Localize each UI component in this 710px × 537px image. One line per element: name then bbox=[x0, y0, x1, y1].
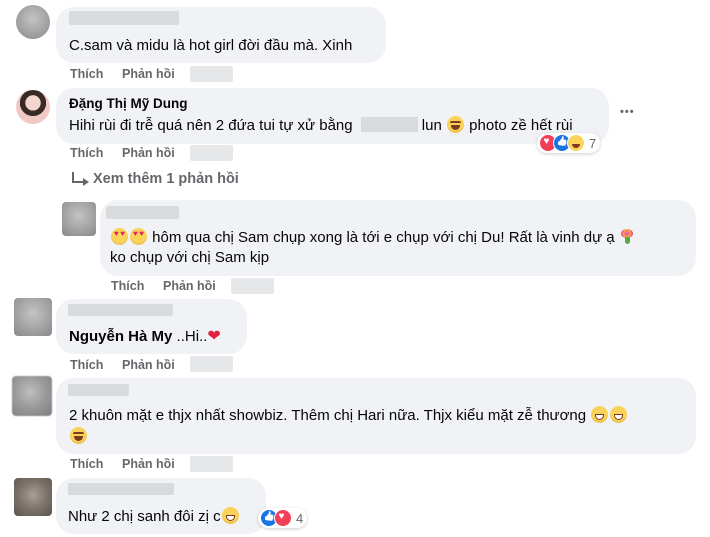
redacted-timestamp bbox=[231, 278, 274, 294]
love-reaction-icon bbox=[274, 509, 292, 527]
redacted-timestamp bbox=[190, 456, 233, 472]
comment-bubble: Đặng Thị Mỹ Dung Hihi rùi đi trễ quá nên… bbox=[56, 88, 609, 144]
comment-bubble: Nguyễn Hà My ..Hi..❤ bbox=[56, 299, 247, 354]
avatar[interactable] bbox=[16, 5, 50, 39]
laughing-emoji-icon bbox=[447, 116, 464, 133]
view-more-replies[interactable]: Xem thêm 1 phản hồi bbox=[93, 171, 239, 187]
reaction-count: 7 bbox=[589, 135, 597, 151]
red-heart-emoji-icon: ❤ bbox=[207, 328, 221, 345]
comment-text-mid: lun bbox=[421, 117, 442, 134]
redacted-timestamp bbox=[190, 356, 233, 372]
comment-bubble: C.sam và midu là hot girl đời đầu mà. Xi… bbox=[56, 7, 386, 63]
like-button[interactable]: Thích bbox=[70, 457, 103, 471]
reply-button[interactable]: Phản hồi bbox=[122, 146, 175, 160]
redacted-commenter-name bbox=[106, 206, 179, 219]
comment-text-line2: ko chụp với chị Sam kịp bbox=[110, 249, 270, 266]
comment-bubble: hôm qua chị Sam chụp xong là tới e chụp … bbox=[100, 200, 696, 276]
haha-reaction-icon bbox=[567, 134, 585, 152]
comment-text: Hihi rùi đi trễ quá nên 2 đứa tui tự xử … bbox=[69, 116, 573, 134]
comment-text-end: photo zề hết rùi bbox=[469, 117, 573, 134]
grinning-sweat-emoji-icon bbox=[591, 406, 609, 423]
avatar[interactable] bbox=[16, 90, 50, 124]
comment-text-line1: hôm qua chị Sam chụp xong là tới e chụp … bbox=[110, 228, 636, 246]
laughing-emoji-icon bbox=[70, 427, 87, 444]
comment-line1-text: 2 khuôn mặt e thjx nhất showbiz. Thêm ch… bbox=[69, 407, 587, 424]
like-button[interactable]: Thích bbox=[70, 67, 103, 81]
comment-bubble: 2 khuôn mặt e thjx nhất showbiz. Thêm ch… bbox=[56, 378, 696, 454]
comment-text-start: Hihi rùi đi trễ quá nên 2 đứa tui tự xử … bbox=[69, 117, 353, 134]
reaction-count: 4 bbox=[296, 510, 304, 526]
like-button[interactable]: Thích bbox=[70, 358, 103, 372]
reply-button[interactable]: Phản hồi bbox=[163, 279, 216, 293]
commenter-name[interactable]: Đặng Thị Mỹ Dung bbox=[69, 96, 188, 111]
comment-bubble: Như 2 chị sanh đôi zị c bbox=[56, 478, 266, 534]
avatar[interactable] bbox=[62, 202, 96, 236]
like-button[interactable]: Thích bbox=[70, 146, 103, 160]
comment-text: Như 2 chị sanh đôi zị c bbox=[68, 507, 240, 525]
tagged-name[interactable]: Nguyễn Hà My bbox=[69, 328, 172, 345]
bouquet-emoji-icon bbox=[619, 228, 636, 245]
redacted-commenter-name bbox=[68, 384, 129, 396]
avatar[interactable] bbox=[12, 376, 52, 416]
like-button[interactable]: Thích bbox=[111, 279, 144, 293]
comment-text-line2 bbox=[69, 427, 88, 445]
comment-text: C.sam và midu là hot girl đời đầu mà. Xi… bbox=[69, 37, 353, 54]
avatar[interactable] bbox=[14, 478, 52, 516]
reaction-summary[interactable]: 4 bbox=[258, 508, 308, 528]
heart-eyes-emoji-icon bbox=[130, 228, 147, 245]
comment-text-rest: ..Hi.. bbox=[172, 328, 208, 345]
comment-line1-text: hôm qua chị Sam chụp xong là tới e chụp … bbox=[152, 229, 615, 246]
more-options-icon[interactable]: ••• bbox=[620, 106, 635, 118]
redacted-commenter-name bbox=[68, 304, 173, 316]
comment-text-main: Như 2 chị sanh đôi zị c bbox=[68, 508, 221, 525]
grinning-sweat-emoji-icon bbox=[610, 406, 628, 423]
reply-arrow-icon bbox=[72, 172, 89, 186]
reply-button[interactable]: Phản hồi bbox=[122, 358, 175, 372]
comment-text-line1: 2 khuôn mặt e thjx nhất showbiz. Thêm ch… bbox=[69, 406, 628, 424]
reaction-summary[interactable]: 7 bbox=[537, 133, 601, 153]
redacted-commenter-name bbox=[68, 483, 174, 495]
reply-button[interactable]: Phản hồi bbox=[122, 457, 175, 471]
redacted-timestamp bbox=[190, 66, 233, 82]
redacted-word bbox=[360, 117, 418, 132]
comment-text: Nguyễn Hà My ..Hi..❤ bbox=[69, 326, 221, 346]
avatar[interactable] bbox=[14, 298, 52, 336]
redacted-commenter-name bbox=[69, 11, 179, 25]
grinning-sweat-emoji-icon bbox=[221, 507, 239, 524]
heart-eyes-emoji-icon bbox=[111, 228, 128, 245]
reply-button[interactable]: Phản hồi bbox=[122, 67, 175, 81]
redacted-timestamp bbox=[190, 145, 233, 161]
